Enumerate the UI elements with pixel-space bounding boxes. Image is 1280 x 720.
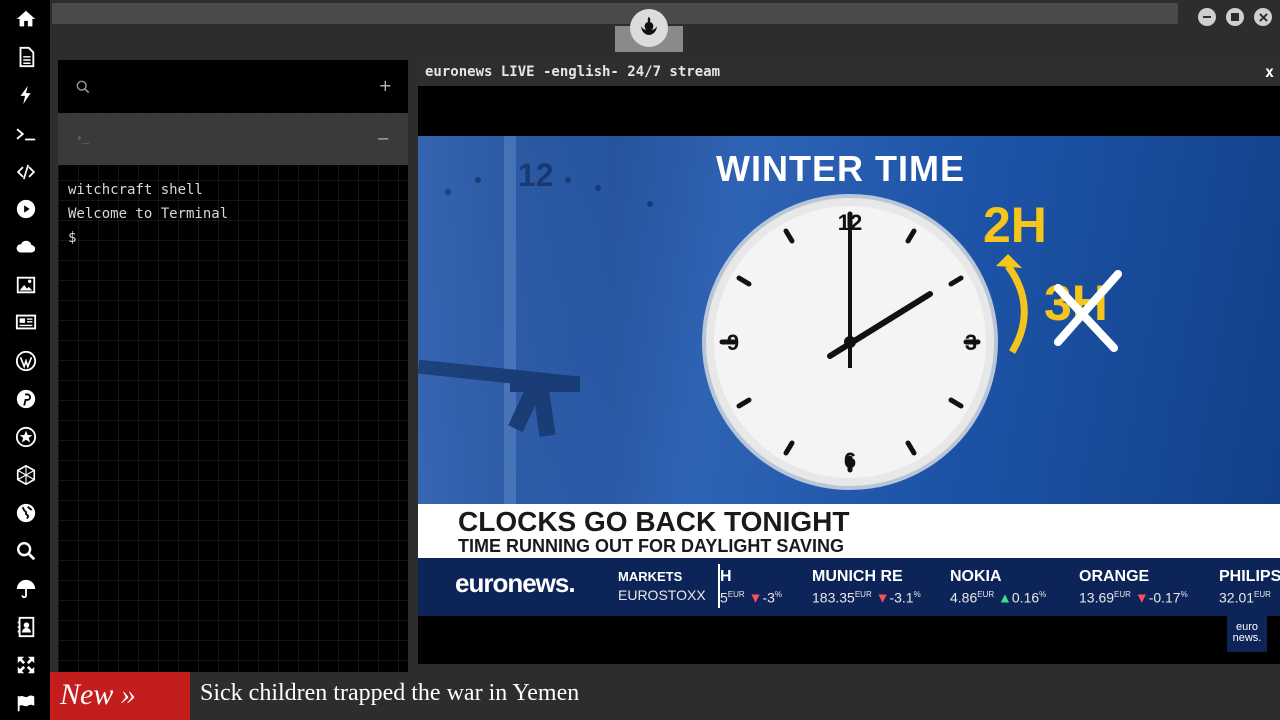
ticker-item: ORANGE 13.69EUR ▼-0.17% [1079, 568, 1188, 607]
terminal-search-bar[interactable]: + [58, 60, 408, 112]
clock-number: 6 [844, 448, 856, 473]
pinterest-icon[interactable] [13, 386, 39, 412]
ticker-value: 13.69 [1079, 589, 1115, 606]
market-ticker: euronews. MARKETS EUROSTOXX H 5EUR ▼-3% … [418, 558, 1280, 616]
ticker-value: 32.01 [1219, 589, 1255, 606]
down-arrow-icon: ▼ [1134, 589, 1149, 606]
ticker-name: MUNICH RE [812, 568, 903, 585]
background-clock-number: 12 [518, 157, 554, 193]
headline-sub: TIME RUNNING OUT FOR DAYLIGHT SAVING [458, 536, 845, 556]
news-tag[interactable]: New » [50, 672, 190, 720]
ticker-item: H 5EUR ▼-3% [720, 568, 782, 607]
ticker-percent: % [774, 590, 783, 599]
ticker-change: 0.16 [1011, 589, 1040, 606]
ticker-value: 4.86 [950, 589, 978, 606]
video-player[interactable]: 12 12 3 [418, 136, 1280, 616]
headline-main: CLOCKS GO BACK TONIGHT [458, 506, 850, 537]
ticker-name: H [720, 568, 732, 585]
flag-icon[interactable] [13, 690, 39, 716]
video-panel: euronews LIVE -english- 24/7 stream x 12 [418, 60, 1280, 664]
ticker-change: -3.1 [889, 589, 914, 606]
ticker-item: PHILIPS 32.01EUR [1219, 568, 1280, 607]
terminal-line: Welcome to Terminal [68, 206, 229, 222]
bolt-icon[interactable] [13, 82, 39, 108]
ticker-unit: EUR [854, 590, 872, 599]
terminal-output[interactable]: witchcraft shell Welcome to Terminal $ [68, 178, 228, 250]
search-icon[interactable] [13, 538, 39, 564]
ticker-percent: % [1180, 590, 1188, 599]
expand-arrows-icon[interactable] [13, 652, 39, 678]
down-arrow-icon: ▼ [875, 589, 890, 606]
video-header: euronews LIVE -english- 24/7 stream x [418, 60, 1280, 86]
clock-number: 9 [727, 330, 739, 355]
cloud-icon[interactable] [13, 234, 39, 260]
ticker-name: PHILIPS [1219, 568, 1280, 585]
hexagon-network-icon[interactable] [13, 462, 39, 488]
umbrella-icon[interactable] [13, 576, 39, 602]
ticker-value: 183.35 [812, 589, 855, 606]
ticker-change: -0.17 [1148, 589, 1181, 606]
graphic-heading: WINTER TIME [716, 148, 965, 189]
contacts-icon[interactable] [13, 614, 39, 640]
video-close-button[interactable]: x [1265, 63, 1274, 81]
sidebar [0, 0, 50, 720]
rebel-alliance-icon[interactable] [630, 9, 668, 47]
home-icon[interactable] [13, 6, 39, 32]
minimize-icon[interactable] [1198, 8, 1216, 26]
top-bar [52, 3, 1178, 24]
ticker-unit: EUR [1114, 590, 1131, 599]
ticker-value: 5 [720, 589, 728, 606]
wordpress-icon[interactable] [13, 348, 39, 374]
markets-label: MARKETS EUROSTOXX [618, 568, 706, 604]
ticker-item: MUNICH RE 183.35EUR ▼-3.1% [812, 568, 921, 607]
code-icon[interactable] [13, 159, 39, 185]
euronews-logo: euronews. [455, 568, 576, 598]
video-title: euronews LIVE -english- 24/7 stream [425, 64, 721, 80]
terminal-prompt: $ [68, 230, 77, 246]
ticker-change: -3 [762, 589, 775, 606]
headline-bar: CLOCKS GO BACK TONIGHT TIME RUNNING OUT … [418, 504, 1280, 558]
prompt-icon: ›_ [76, 131, 90, 144]
euronews-corner-logo: euro news. [1227, 616, 1267, 652]
ticker-percent: % [913, 590, 921, 599]
ticker-unit: EUR [727, 590, 745, 599]
terminal-panel: + ›_ − witchcraft shell Welcome to Termi… [58, 60, 408, 672]
terminal-icon[interactable] [13, 121, 39, 147]
ticker-percent: % [1039, 590, 1047, 599]
newspaper-icon[interactable] [13, 309, 39, 335]
collapse-terminal-button[interactable]: − [377, 129, 390, 148]
terminal-line: witchcraft shell [68, 182, 203, 198]
ticker-name: NOKIA [950, 568, 1002, 585]
news-bar: New » Sick children trapped the war in Y… [50, 672, 1280, 720]
new-time-label: 2H [983, 197, 1047, 253]
document-icon[interactable] [13, 44, 39, 70]
maximize-icon[interactable] [1226, 8, 1244, 26]
globe-icon[interactable] [13, 500, 39, 526]
clock-number: 3 [965, 330, 977, 355]
aperture-icon[interactable] [13, 424, 39, 450]
down-arrow-icon: ▼ [748, 589, 763, 606]
markets-title: MARKETS [618, 569, 683, 584]
news-headline[interactable]: Sick children trapped the war in Yemen [200, 680, 579, 707]
markets-index: EUROSTOXX [618, 587, 706, 603]
image-icon[interactable] [13, 272, 39, 298]
ticker-unit: EUR [1254, 590, 1271, 599]
ticker-unit: EUR [977, 590, 995, 599]
up-arrow-icon: ▲ [998, 589, 1012, 606]
add-terminal-button[interactable]: + [379, 76, 392, 95]
search-icon[interactable] [76, 80, 90, 94]
strike-overlay [1054, 270, 1122, 352]
close-icon[interactable] [1254, 8, 1272, 26]
ticker-name: ORANGE [1079, 568, 1150, 585]
desktop: + ›_ − witchcraft shell Welcome to Termi… [0, 0, 1280, 720]
ticker-item: NOKIA 4.86EUR ▲0.16% [950, 568, 1046, 607]
terminal-tab[interactable]: ›_ − [58, 113, 408, 165]
play-circle-icon[interactable] [13, 196, 39, 222]
